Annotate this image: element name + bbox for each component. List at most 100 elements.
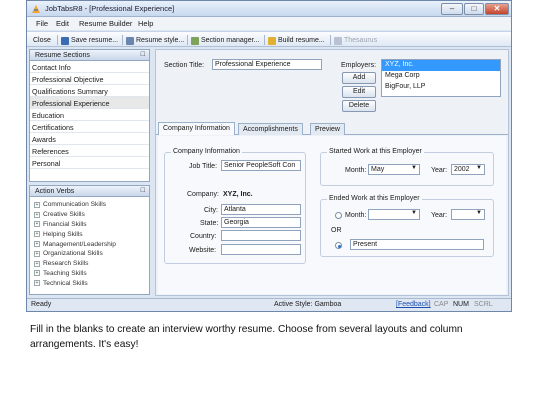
menu-bar: File Edit Resume Builder Help <box>27 17 511 30</box>
end-month-select[interactable]: ▼ <box>368 209 420 220</box>
employers-list: XYZ, Inc. Mega Corp BigFour, LLP <box>381 59 501 97</box>
dropdown-arrow-icon: ▼ <box>411 165 417 171</box>
scroll-lock-indicator: SCRL <box>474 301 493 308</box>
employer-item[interactable]: XYZ, Inc. <box>382 60 500 71</box>
pin-icon[interactable]: □ <box>141 51 145 58</box>
build-icon <box>268 36 276 45</box>
menu-file[interactable]: File <box>36 19 48 28</box>
title-bar: JobTabsR8 - [Professional Experience] – … <box>27 1 511 17</box>
end-month-radio[interactable] <box>335 212 342 219</box>
end-year-label: Year: <box>431 212 448 219</box>
close-window-button[interactable]: ✕ <box>485 3 509 15</box>
expand-icon[interactable]: + <box>34 231 40 238</box>
company-value: XYZ, Inc. <box>223 191 253 198</box>
employer-item[interactable]: BigFour, LLP <box>382 82 500 93</box>
expand-icon[interactable]: + <box>34 211 40 218</box>
tree-item-management-leadership[interactable]: + Management/Leadership <box>30 239 149 249</box>
minimize-icon: – <box>449 4 455 13</box>
start-month-label: Month: <box>345 167 367 174</box>
expand-icon[interactable]: + <box>34 270 40 277</box>
tree-item-communication-skills[interactable]: + Communication Skills <box>30 200 149 210</box>
tab-accomplishments[interactable]: Accomplishments <box>238 123 303 135</box>
ended-work-title: Ended Work at this Employer <box>327 195 422 202</box>
company-information-title: Company Information <box>171 148 242 155</box>
resume-sections-header: Resume Sections □ <box>29 49 150 61</box>
edit-employer-button[interactable]: Edit <box>342 86 376 98</box>
action-verbs-tree: + Communication Skills + Creative Skills +… <box>29 197 150 295</box>
build-resume-button[interactable]: Build resume... <box>268 35 325 46</box>
tree-item-helping-skills[interactable]: + Helping Skills <box>30 229 149 239</box>
save-resume-button[interactable]: Save resume... <box>61 35 118 46</box>
sidebar-item-awards[interactable]: Awards <box>30 133 149 145</box>
start-year-select[interactable]: 2002 ▼ <box>451 164 485 175</box>
active-style-text: Active Style: Gamboa <box>274 301 342 308</box>
expand-icon[interactable]: + <box>34 201 40 208</box>
thesaurus-button[interactable]: Thesaurus <box>334 35 377 46</box>
company-information-page: Company Information Job Title: Senior Pe… <box>158 136 506 294</box>
company-label: Company: <box>187 191 219 198</box>
status-text: Ready <box>31 301 52 308</box>
toolbar-close-button[interactable]: Close <box>33 35 51 46</box>
tree-item-technical-skills[interactable]: + Technical Skills <box>30 278 149 288</box>
toolbar-separator <box>330 35 331 45</box>
tree-item-organizational-skills[interactable]: + Organizational Skills <box>30 249 149 259</box>
expand-icon[interactable]: + <box>34 241 40 248</box>
toolbar: Close Save resume... Resume style... Sec… <box>27 31 511 47</box>
ended-work-group: Ended Work at this Employer Month: ▼ Yea… <box>320 195 494 257</box>
company-information-group: Company Information Job Title: Senior Pe… <box>164 148 306 264</box>
status-bar: Ready Active Style: Gamboa [Feedback] CA… <box>27 298 511 311</box>
country-input[interactable] <box>221 230 301 241</box>
expand-icon[interactable]: + <box>34 260 40 267</box>
present-field[interactable]: Present <box>350 239 484 250</box>
maximize-icon: □ <box>471 4 477 13</box>
maximize-button[interactable]: □ <box>464 3 484 15</box>
sidebar-item-contact-info[interactable]: Contact Info <box>30 61 149 73</box>
end-month-label: Month: <box>345 212 367 219</box>
tree-item-teaching-skills[interactable]: + Teaching Skills <box>30 269 149 279</box>
section-title-input[interactable]: Professional Experience <box>212 59 322 70</box>
state-input[interactable]: Georgia <box>221 217 301 228</box>
start-year-label: Year: <box>431 167 448 174</box>
employers-label: Employers: <box>341 62 377 69</box>
job-title-input[interactable]: Senior PeopleSoft Con <box>221 160 301 171</box>
expand-icon[interactable]: + <box>34 280 40 287</box>
website-input[interactable] <box>221 244 301 255</box>
minimize-button[interactable]: – <box>441 3 463 15</box>
add-employer-button[interactable]: Add <box>342 72 376 84</box>
style-icon <box>126 36 134 45</box>
sidebar-item-education[interactable]: Education <box>30 109 149 121</box>
tree-item-research-skills[interactable]: + Research Skills <box>30 259 149 269</box>
present-radio[interactable] <box>335 242 342 249</box>
tree-item-financial-skills[interactable]: + Financial Skills <box>30 220 149 230</box>
menu-help[interactable]: Help <box>138 19 153 28</box>
feedback-link[interactable]: [Feedback] <box>396 301 431 308</box>
or-label: OR <box>331 227 342 234</box>
tree-item-creative-skills[interactable]: + Creative Skills <box>30 210 149 220</box>
delete-employer-button[interactable]: Delete <box>342 100 376 112</box>
tab-company-information[interactable]: Company Information <box>158 122 235 135</box>
toolbar-separator <box>57 35 58 45</box>
tab-preview[interactable]: Preview <box>310 123 345 135</box>
sidebar-item-certifications[interactable]: Certifications <box>30 121 149 133</box>
caps-lock-indicator: CAP <box>434 301 449 308</box>
sidebar-item-qualifications-summary[interactable]: Qualifications Summary <box>30 85 149 97</box>
section-manager-button[interactable]: Section manager... <box>191 35 259 46</box>
sidebar-item-personal[interactable]: Personal <box>30 157 149 169</box>
close-icon: ✕ <box>493 4 501 13</box>
action-verbs-header: Action Verbs □ <box>29 185 150 197</box>
city-input[interactable]: Atlanta <box>221 204 301 215</box>
job-title-label: Job Title: <box>189 163 218 170</box>
expand-icon[interactable]: + <box>34 221 40 228</box>
sidebar-item-professional-experience[interactable]: Professional Experience <box>30 97 149 109</box>
resume-style-button[interactable]: Resume style... <box>126 35 184 46</box>
menu-edit[interactable]: Edit <box>56 19 69 28</box>
start-month-select[interactable]: May ▼ <box>368 164 420 175</box>
expand-icon[interactable]: + <box>34 250 40 257</box>
country-label: Country: <box>190 233 217 240</box>
pin-icon[interactable]: □ <box>141 187 145 194</box>
menu-resume-builder[interactable]: Resume Builder <box>79 19 132 28</box>
end-year-select[interactable]: ▼ <box>451 209 485 220</box>
sidebar-item-references[interactable]: References <box>30 145 149 157</box>
sidebar-item-professional-objective[interactable]: Professional Objective <box>30 73 149 85</box>
employer-item[interactable]: Mega Corp <box>382 71 500 82</box>
